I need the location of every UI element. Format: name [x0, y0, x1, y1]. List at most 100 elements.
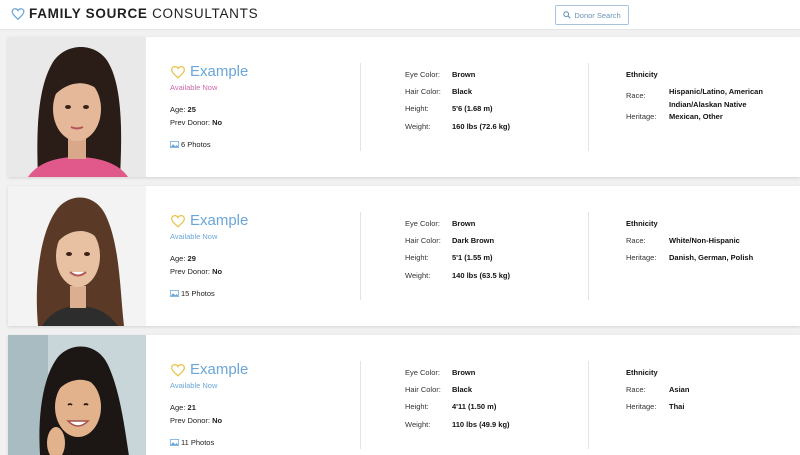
eye-color-label: Eye Color:: [405, 219, 441, 228]
eye-color-label: Eye Color:: [405, 368, 441, 377]
favorite-heart-icon[interactable]: [170, 363, 186, 377]
ethnicity-heading: Ethnicity: [626, 219, 658, 228]
prev-donor-label: Prev Donor:: [170, 118, 211, 127]
photos-count: 11 Photos: [181, 438, 215, 447]
availability-status: Available Now: [170, 381, 218, 390]
weight-label: Weight:: [405, 271, 431, 280]
donor-prev: Prev Donor: No: [170, 416, 222, 425]
image-icon: [170, 290, 179, 297]
heritage-value: Thai: [669, 402, 685, 411]
photos-count: 6 Photos: [181, 140, 211, 149]
age-value: 21: [187, 403, 196, 412]
weight-value: 140 lbs (63.5 kg): [452, 271, 510, 280]
favorite-heart-icon[interactable]: [170, 214, 186, 228]
donor-age: Age: 21: [170, 403, 196, 412]
height-value: 5'6 (1.68 m): [452, 104, 493, 113]
race-value: White/Non-Hispanic: [669, 236, 740, 245]
race-value: Hispanic/Latino, American Indian/Alaskan…: [669, 87, 763, 109]
donor-card[interactable]: Example Available Now Age: 21 Prev Donor…: [8, 335, 800, 455]
divider: [360, 212, 361, 300]
donor-name[interactable]: Example: [190, 212, 248, 229]
weight-value: 110 lbs (49.9 kg): [452, 420, 510, 429]
race-label: Race:: [626, 385, 646, 394]
prev-donor-label: Prev Donor:: [170, 267, 211, 276]
donor-card[interactable]: Example Available Now Age: 29 Prev Donor…: [8, 186, 800, 326]
donor-photo[interactable]: [8, 37, 146, 177]
divider: [588, 63, 589, 151]
race-label: Race:: [626, 91, 646, 100]
donor-prev: Prev Donor: No: [170, 118, 222, 127]
weight-label: Weight:: [405, 420, 431, 429]
photos-link[interactable]: 11 Photos: [170, 438, 214, 447]
donor-photo-image: [8, 37, 146, 177]
height-value: 5'1 (1.55 m): [452, 253, 493, 262]
hair-color-value: Black: [452, 87, 473, 96]
availability-status: Available Now: [170, 83, 218, 92]
ethnicity-heading: Ethnicity: [626, 368, 658, 377]
photos-link[interactable]: 15 Photos: [170, 289, 215, 298]
heritage-label: Heritage:: [626, 253, 657, 262]
height-label: Height:: [405, 253, 429, 262]
age-value: 25: [187, 105, 196, 114]
hair-color-label: Hair Color:: [405, 385, 441, 394]
eye-color-value: Brown: [452, 70, 476, 79]
height-value: 4'11 (1.50 m): [452, 402, 497, 411]
donor-name-row: Example: [170, 212, 248, 229]
donor-name[interactable]: Example: [190, 361, 248, 378]
hair-color-value: Dark Brown: [452, 236, 495, 245]
heritage-value: Danish, German, Polish: [669, 253, 754, 262]
logo-text-bold: FAMILY SOURCE: [29, 6, 148, 21]
hair-color-label: Hair Color:: [405, 236, 441, 245]
hair-color-label: Hair Color:: [405, 87, 441, 96]
site-logo[interactable]: FAMILY SOURCE CONSULTANTS: [11, 6, 258, 21]
donor-photo-image: [8, 335, 146, 455]
photos-link[interactable]: 6 Photos: [170, 140, 211, 149]
donor-name[interactable]: Example: [190, 63, 248, 80]
prev-donor-label: Prev Donor:: [170, 416, 211, 425]
age-label: Age:: [170, 254, 186, 263]
divider: [360, 63, 361, 151]
donor-age: Age: 25: [170, 105, 196, 114]
race-value: Asian: [669, 385, 690, 394]
divider: [588, 212, 589, 300]
donor-name-row: Example: [170, 361, 248, 378]
prev-donor-value: No: [212, 118, 223, 127]
weight-value: 160 lbs (72.6 kg): [452, 122, 510, 131]
hair-color-value: Black: [452, 385, 473, 394]
age-label: Age:: [170, 403, 186, 412]
ethnicity-heading: Ethnicity: [626, 70, 658, 79]
eye-color-value: Brown: [452, 219, 476, 228]
race-label: Race:: [626, 236, 646, 245]
age-label: Age:: [170, 105, 186, 114]
prev-donor-value: No: [212, 267, 223, 276]
site-header: FAMILY SOURCE CONSULTANTS Donor Search: [0, 0, 800, 30]
donor-photo-image: [8, 186, 146, 326]
heritage-value: Mexican, Other: [669, 112, 723, 121]
age-value: 29: [187, 254, 196, 263]
height-label: Height:: [405, 402, 429, 411]
photos-count: 15 Photos: [181, 289, 215, 298]
donor-search-label: Donor Search: [574, 10, 621, 20]
donor-prev: Prev Donor: No: [170, 267, 222, 276]
eye-color-value: Brown: [452, 368, 476, 377]
heart-logo-icon: [11, 7, 25, 20]
heritage-label: Heritage:: [626, 402, 657, 411]
image-icon: [170, 439, 179, 446]
divider: [588, 361, 589, 449]
logo-text: FAMILY SOURCE CONSULTANTS: [29, 6, 258, 21]
weight-label: Weight:: [405, 122, 431, 131]
donor-card[interactable]: Example Available Now Age: 25 Prev Donor…: [8, 37, 800, 177]
eye-color-label: Eye Color:: [405, 70, 441, 79]
donor-search-button[interactable]: Donor Search: [555, 5, 629, 25]
availability-status: Available Now: [170, 232, 218, 241]
prev-donor-value: No: [212, 416, 223, 425]
search-icon: [563, 11, 571, 19]
height-label: Height:: [405, 104, 429, 113]
donor-age: Age: 29: [170, 254, 196, 263]
donor-photo[interactable]: [8, 186, 146, 326]
favorite-heart-icon[interactable]: [170, 65, 186, 79]
logo-text-light: CONSULTANTS: [147, 6, 259, 21]
image-icon: [170, 141, 179, 148]
donor-name-row: Example: [170, 63, 248, 80]
donor-photo[interactable]: [8, 335, 146, 455]
